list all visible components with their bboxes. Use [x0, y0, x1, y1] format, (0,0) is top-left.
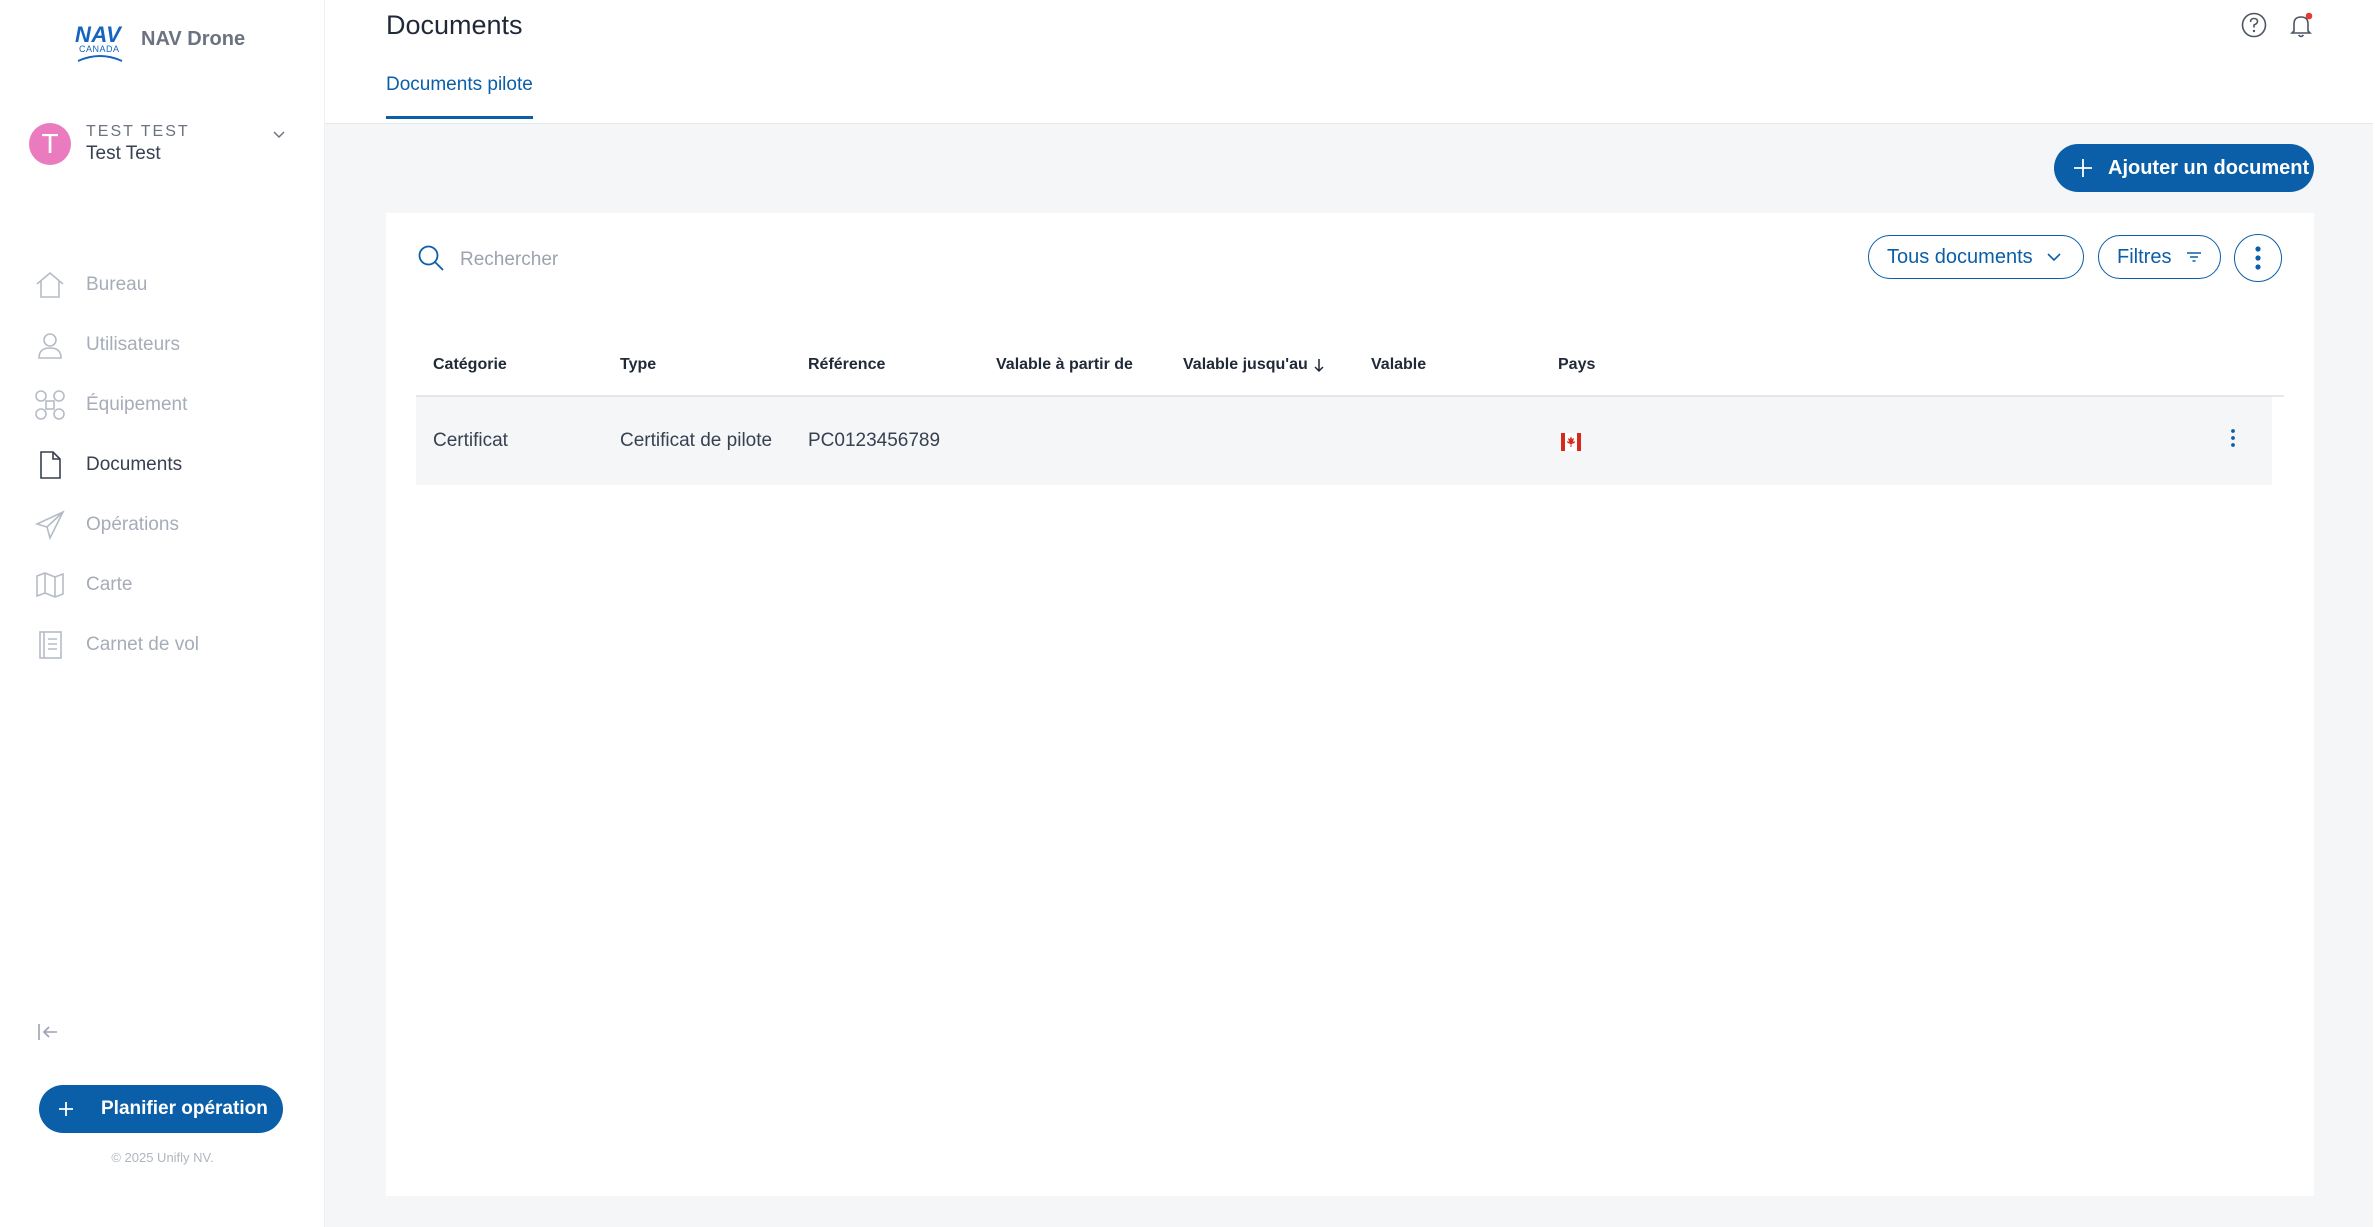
- filters-label: Filtres: [2117, 245, 2172, 268]
- help-icon[interactable]: [2239, 10, 2269, 40]
- user-switcher[interactable]: T TEST TEST Test Test: [29, 121, 289, 167]
- column-header-valable-jusquau[interactable]: Valable jusqu'au: [1183, 356, 1326, 374]
- nav-item-equipement[interactable]: Équipement: [33, 375, 293, 435]
- logbook-icon: [33, 628, 67, 662]
- nav-label: Équipement: [86, 394, 188, 415]
- filter-icon: [2187, 252, 2202, 262]
- column-header-label: Valable jusqu'au: [1183, 356, 1308, 373]
- tab-documents-pilote[interactable]: Documents pilote: [386, 74, 533, 119]
- document-type-dropdown[interactable]: Tous documents: [1868, 235, 2084, 279]
- copyright: © 2025 Unifly NV.: [111, 1150, 214, 1165]
- page-header: Documents Documents pilote: [325, 0, 2373, 124]
- nav-label: Carnet de vol: [86, 634, 200, 655]
- nav-label: Carte: [86, 574, 133, 595]
- document-icon: [33, 448, 67, 482]
- avatar: T: [29, 123, 71, 165]
- cell-reference: PC0123456789: [808, 430, 941, 451]
- column-header-reference[interactable]: Référence: [808, 356, 885, 374]
- map-icon: [33, 568, 67, 602]
- add-document-button[interactable]: Ajouter un document: [2054, 144, 2314, 192]
- paper-plane-icon: [33, 508, 67, 542]
- cell-category: Certificat: [433, 430, 508, 451]
- plus-icon: [2072, 157, 2094, 179]
- filters-button[interactable]: Filtres: [2098, 235, 2221, 279]
- nav-label: Documents: [86, 454, 183, 475]
- search-input[interactable]: [458, 242, 1062, 278]
- search-icon: [418, 245, 444, 271]
- column-header-pays[interactable]: Pays: [1558, 356, 1595, 374]
- nav-item-documents[interactable]: Documents: [33, 435, 293, 495]
- column-header-valable[interactable]: Valable: [1371, 356, 1426, 374]
- nav-label: Bureau: [86, 274, 148, 295]
- plus-icon: [57, 1100, 75, 1118]
- more-options-button[interactable]: [2234, 234, 2282, 282]
- nav-item-carte[interactable]: Carte: [33, 555, 293, 615]
- table-row[interactable]: Certificat Certificat de pilote PC012345…: [416, 397, 2272, 485]
- row-actions-icon[interactable]: [2228, 428, 2238, 450]
- plan-operation-label: Planifier opération: [101, 1098, 268, 1119]
- nav-item-operations[interactable]: Opérations: [33, 495, 293, 555]
- home-icon: [33, 268, 67, 302]
- sidebar: NAV CANADA NAV Drone T TEST TEST Test Te…: [0, 0, 325, 1227]
- canada-flag-icon: [1561, 433, 1581, 451]
- column-header-categorie[interactable]: Catégorie: [433, 356, 507, 374]
- nav-item-carnet-de-vol[interactable]: Carnet de vol: [33, 615, 293, 675]
- add-document-label: Ajouter un document: [2108, 156, 2310, 179]
- column-header-type[interactable]: Type: [620, 356, 656, 374]
- page-title: Documents: [386, 10, 523, 40]
- drone-icon: [33, 388, 67, 422]
- notification-bell-icon[interactable]: [2286, 10, 2316, 40]
- nav-item-utilisateurs[interactable]: Utilisateurs: [33, 315, 293, 375]
- user-name: Test Test: [86, 143, 161, 164]
- main-nav: Bureau Utilisateurs Équipement Documents…: [33, 255, 293, 675]
- sort-arrow-down-icon: [1314, 359, 1324, 373]
- chevron-down-icon[interactable]: [269, 125, 289, 145]
- nav-canada-logo: NAV CANADA: [75, 22, 127, 64]
- nav-label: Opérations: [86, 514, 179, 535]
- nav-label: Utilisateurs: [86, 334, 180, 355]
- document-type-label: Tous documents: [1887, 245, 2033, 268]
- brand-logo[interactable]: NAV CANADA NAV Drone: [75, 22, 245, 64]
- collapse-sidebar-icon[interactable]: [36, 1020, 60, 1044]
- column-header-valable-a-partir-de[interactable]: Valable à partir de: [996, 356, 1133, 374]
- nav-item-bureau[interactable]: Bureau: [33, 255, 293, 315]
- table-header: Catégorie Type Référence Valable à parti…: [416, 350, 2284, 397]
- plan-operation-button[interactable]: Planifier opération: [39, 1085, 283, 1133]
- kebab-menu-icon: [2255, 246, 2261, 270]
- user-org: TEST TEST: [86, 123, 190, 140]
- user-icon: [33, 328, 67, 362]
- app-name: NAV Drone: [141, 27, 246, 50]
- cell-type: Certificat de pilote: [620, 430, 773, 451]
- chevron-down-icon: [2047, 253, 2061, 262]
